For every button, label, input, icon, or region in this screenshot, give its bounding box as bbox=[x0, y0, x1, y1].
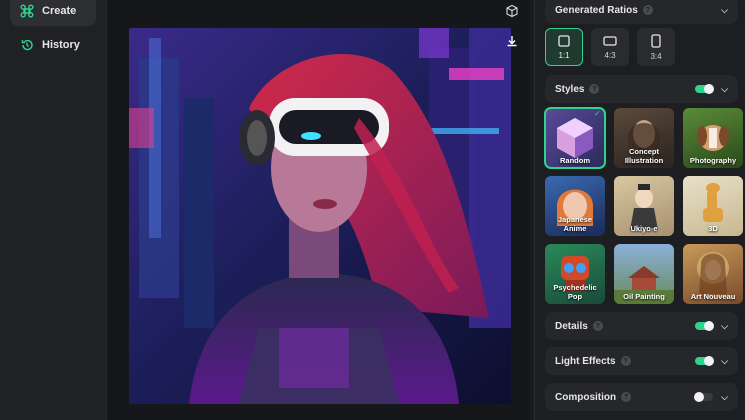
style-tile-psychedelic-pop[interactable]: Psychedelic Pop bbox=[545, 244, 605, 304]
section-title: Generated Ratios bbox=[555, 4, 638, 16]
left-sidebar: Create History bbox=[0, 0, 107, 420]
ratio-3-4-button[interactable]: 3:4 bbox=[637, 28, 675, 66]
landscape-icon bbox=[603, 35, 617, 46]
history-icon bbox=[20, 38, 34, 52]
square-icon bbox=[558, 34, 570, 47]
style-tile-concept-illustration[interactable]: Concept Illustration bbox=[614, 108, 674, 168]
ratio-1-1-button[interactable]: 1:1 bbox=[545, 28, 583, 66]
style-tile-art-nouveau[interactable]: Art Nouveau bbox=[683, 244, 743, 304]
styles-header[interactable]: Styles ? ⌵ bbox=[545, 75, 738, 103]
help-icon[interactable]: ? bbox=[589, 84, 600, 94]
check-icon: ✓ bbox=[594, 109, 601, 118]
style-tile-photography[interactable]: Photography bbox=[683, 108, 743, 168]
chevron-down-icon: ⌵ bbox=[721, 320, 728, 331]
generated-image[interactable] bbox=[129, 28, 511, 404]
section-title: Light Effects bbox=[555, 355, 616, 367]
style-tile-oil-painting[interactable]: Oil Painting bbox=[614, 244, 674, 304]
canvas-area bbox=[107, 0, 530, 420]
style-label: Concept Illustration bbox=[624, 147, 664, 165]
light-effects-header[interactable]: Light Effects ? ⌵ bbox=[545, 347, 738, 375]
settings-panel: Generated Ratios ? ⌵ 1:1 4:3 3:4 Styles … bbox=[534, 0, 745, 420]
chevron-down-icon: ⌵ bbox=[721, 4, 728, 15]
style-label: Art Nouveau bbox=[690, 292, 736, 301]
style-tile-3d[interactable]: 3D bbox=[683, 176, 743, 236]
portrait-icon bbox=[651, 33, 661, 48]
style-label: Oil Painting bbox=[623, 292, 665, 301]
composition-header[interactable]: Composition ? ⌵ bbox=[545, 383, 738, 411]
sidebar-item-create[interactable]: Create bbox=[10, 0, 96, 26]
style-label: Japanese Anime bbox=[557, 215, 593, 233]
section-title: Details bbox=[555, 320, 588, 332]
styles-toggle[interactable] bbox=[695, 84, 715, 94]
style-tile-ukiyo-e[interactable]: Ukiyo-e bbox=[614, 176, 674, 236]
style-label: 3D bbox=[708, 224, 718, 233]
details-toggle[interactable] bbox=[695, 321, 715, 331]
details-header[interactable]: Details ? ⌵ bbox=[545, 312, 738, 340]
chevron-down-icon: ⌵ bbox=[721, 391, 728, 402]
style-label: Photography bbox=[689, 156, 737, 165]
help-icon[interactable]: ? bbox=[592, 321, 603, 331]
style-label: Psychedelic Pop bbox=[553, 283, 597, 301]
download-icon[interactable] bbox=[502, 31, 522, 51]
help-icon[interactable]: ? bbox=[621, 392, 632, 402]
composition-toggle[interactable] bbox=[694, 392, 714, 402]
cube-icon[interactable] bbox=[502, 1, 522, 21]
chevron-down-icon: ⌵ bbox=[721, 355, 728, 366]
ratio-label: 3:4 bbox=[650, 51, 662, 61]
style-tile-japanese-anime[interactable]: Japanese Anime bbox=[545, 176, 605, 236]
light-effects-toggle[interactable] bbox=[695, 356, 715, 366]
ratio-label: 1:1 bbox=[558, 50, 570, 60]
ratio-label: 4:3 bbox=[604, 50, 616, 60]
section-title: Styles bbox=[555, 83, 585, 95]
help-icon[interactable]: ? bbox=[620, 356, 631, 366]
style-label: Random bbox=[560, 156, 590, 165]
help-icon[interactable]: ? bbox=[642, 5, 653, 15]
sidebar-item-history[interactable]: History bbox=[10, 30, 96, 60]
sidebar-item-label: History bbox=[42, 39, 80, 51]
sidebar-item-label: Create bbox=[42, 5, 77, 17]
generated-ratios-header[interactable]: Generated Ratios ? ⌵ bbox=[545, 0, 738, 24]
chevron-down-icon: ⌵ bbox=[721, 83, 728, 94]
style-label: Ukiyo-e bbox=[630, 224, 658, 233]
ratio-4-3-button[interactable]: 4:3 bbox=[591, 28, 629, 66]
command-icon bbox=[20, 4, 34, 18]
style-tile-random[interactable]: ✓ Random bbox=[544, 107, 606, 169]
section-title: Composition bbox=[555, 391, 617, 403]
